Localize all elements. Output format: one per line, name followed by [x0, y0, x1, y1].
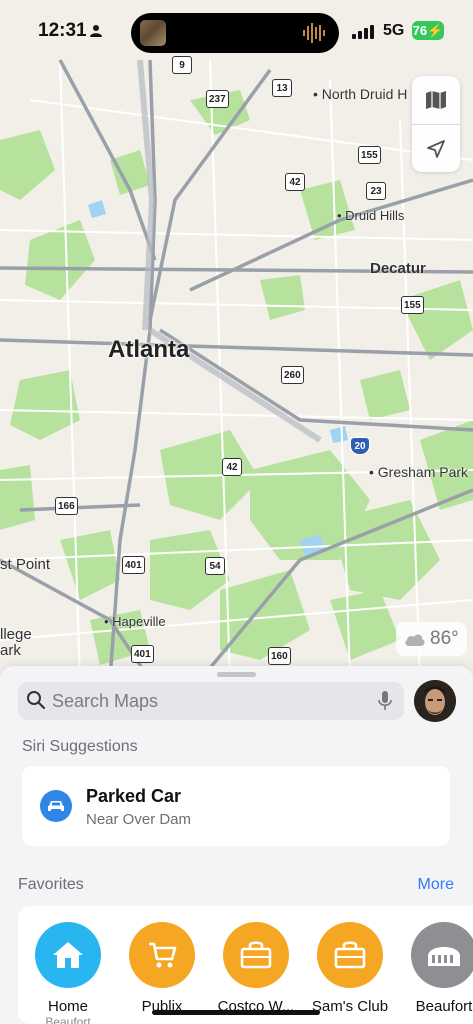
cloud-icon [405, 634, 425, 646]
battery-indicator: 76⚡ [412, 21, 444, 40]
place-label[interactable]: st Point [0, 556, 50, 573]
route-shield: 155 [401, 296, 424, 314]
profile-photo [414, 680, 456, 722]
place-label[interactable]: ark [0, 642, 21, 659]
suggestion-title: Parked Car [86, 786, 182, 806]
favorites-title: Favorites [18, 876, 84, 893]
place-label[interactable]: • Hapeville [104, 614, 166, 629]
stadium-icon [411, 922, 473, 988]
house-icon [35, 922, 101, 988]
map-icon [426, 91, 446, 109]
parked-car-card[interactable]: Parked Car Near Over Dam [22, 766, 450, 846]
status-time: 12:31 [38, 20, 87, 41]
home-indicator [152, 1010, 320, 1015]
favorites-more-link[interactable]: More [418, 876, 454, 894]
favorite-sams-club[interactable]: Sam's Club [310, 922, 390, 1015]
weather-badge[interactable]: 86° [396, 622, 467, 656]
car-icon-badge [40, 790, 72, 822]
route-shield: 42 [222, 458, 242, 476]
location-arrow-icon [427, 140, 445, 158]
favorite-label: Home [47, 998, 88, 1015]
search-placeholder: Search Maps [52, 691, 159, 711]
route-shield: 166 [55, 497, 78, 515]
place-label[interactable]: Decatur [370, 260, 426, 277]
suggestion-subtitle: Near Over Dam [86, 811, 192, 828]
favorites-row: Home Beaufort Publix Costco W... Sam's C… [18, 906, 473, 1024]
cellular-signal-icon [352, 25, 374, 39]
route-shield: 260 [281, 366, 304, 384]
favorite-home[interactable]: Home Beaufort [28, 922, 108, 1024]
place-label[interactable]: • Druid Hills [337, 208, 404, 223]
avatar[interactable] [414, 680, 456, 722]
microphone-icon[interactable] [378, 691, 392, 711]
route-shield: 54 [205, 557, 225, 575]
map-view[interactable] [0, 0, 473, 680]
route-shield: 155 [358, 146, 381, 164]
dynamic-island[interactable] [131, 13, 339, 53]
route-shield: 13 [272, 79, 292, 97]
siri-suggestions-title: Siri Suggestions [22, 738, 138, 755]
place-label[interactable]: llege [0, 626, 32, 643]
favorite-label: Sam's Club [311, 998, 389, 1015]
map-controls [412, 76, 460, 172]
route-shield: 401 [122, 556, 145, 574]
network-type: 5G [383, 22, 405, 39]
favorite-publix[interactable]: Publix [122, 922, 202, 1015]
place-label[interactable]: • North Druid H [313, 86, 407, 102]
bottom-sheet: Search Maps Siri Suggestions Parked Car … [0, 666, 473, 1024]
place-label[interactable]: • Gresham Park [369, 464, 468, 480]
status-bar: 12:31 5G 76⚡ [0, 0, 473, 60]
bag-icon [317, 922, 383, 988]
temperature: 86° [430, 628, 459, 649]
search-icon [27, 691, 46, 710]
bag-icon [223, 922, 289, 988]
sheet-grabber[interactable] [217, 672, 256, 677]
route-shield: 401 [131, 645, 154, 663]
cart-icon [129, 922, 195, 988]
person-icon [90, 25, 102, 37]
now-playing-artwork [140, 20, 166, 46]
route-shield: 23 [366, 182, 386, 200]
favorite-beaufort[interactable]: Beaufort [404, 922, 473, 1015]
car-icon [48, 801, 64, 811]
audio-waveform-icon [303, 23, 325, 43]
search-bar[interactable]: Search Maps [18, 682, 404, 720]
route-shield: 42 [285, 173, 305, 191]
favorite-subtitle: Beaufort [45, 1015, 91, 1024]
map-mode-button[interactable] [412, 76, 460, 124]
favorite-label: Beaufort [415, 998, 473, 1015]
city-label[interactable]: Atlanta [108, 336, 189, 364]
route-shield: 20 [350, 437, 370, 455]
route-shield: 237 [206, 90, 229, 108]
route-shield: 160 [268, 647, 291, 665]
favorite-costco[interactable]: Costco W... [216, 922, 296, 1015]
location-button[interactable] [412, 125, 460, 173]
